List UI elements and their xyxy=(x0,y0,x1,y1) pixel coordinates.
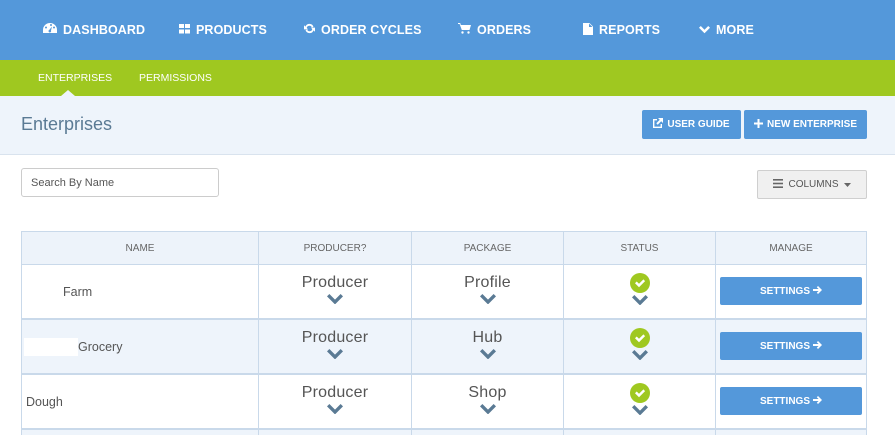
nav-dashboard-label: DASHBOARD xyxy=(63,23,146,37)
table-row-partial xyxy=(21,430,867,435)
arrow-right-icon xyxy=(813,285,822,297)
chevron-down-icon xyxy=(479,294,496,304)
nav-reports[interactable]: REPORTS xyxy=(583,0,660,60)
external-link-icon xyxy=(653,118,664,131)
tab-enterprises[interactable]: ENTERPRISES xyxy=(38,60,112,96)
status-dropdown[interactable] xyxy=(564,375,715,428)
producer-dropdown[interactable]: Producer xyxy=(259,265,411,318)
producer-value: Producer xyxy=(301,384,369,401)
plus-icon xyxy=(753,118,763,131)
settings-button[interactable]: SETTINGS xyxy=(720,332,862,360)
search-input[interactable] xyxy=(21,168,219,197)
columns-button[interactable]: COLUMNS xyxy=(757,170,867,199)
chevron-down-icon xyxy=(327,349,343,359)
tab-permissions[interactable]: PERMISSIONS xyxy=(139,60,212,96)
new-enterprise-button[interactable]: NEW ENTERPRISE xyxy=(744,110,867,139)
chevron-down-icon xyxy=(479,404,496,414)
column-header-name[interactable]: NAME xyxy=(22,232,258,266)
arrow-right-icon xyxy=(813,340,822,352)
package-value: Shop xyxy=(468,384,507,401)
table-row: Grocery Producer Hub SETTINGS xyxy=(21,320,867,375)
column-header-producer[interactable]: PRODUCER? xyxy=(258,232,411,266)
cart-icon xyxy=(458,23,471,37)
manage-cell: SETTINGS xyxy=(716,320,867,373)
package-value: Hub xyxy=(472,329,503,346)
refresh-icon xyxy=(304,23,315,37)
nav-more-label: MORE xyxy=(716,23,754,37)
nav-dashboard[interactable]: DASHBOARD xyxy=(43,0,145,60)
nav-orders-label: ORDERS xyxy=(477,23,532,37)
table-row: Farm Producer Profile SETTINGS xyxy=(21,265,867,320)
manage-cell: SETTINGS xyxy=(716,265,867,318)
new-enterprise-label: NEW ENTERPRISE xyxy=(766,119,857,130)
top-navigation: DASHBOARD PRODUCTS ORDER CYCLES ORDERS R… xyxy=(0,0,895,60)
status-dropdown[interactable] xyxy=(564,320,715,373)
nav-order-cycles-label: ORDER CYCLES xyxy=(321,23,422,37)
grid-icon xyxy=(179,23,190,37)
dashboard-icon xyxy=(43,23,57,37)
active-tab-caret xyxy=(61,90,75,96)
nav-products[interactable]: PRODUCTS xyxy=(179,0,267,60)
package-value: Profile xyxy=(464,274,511,291)
nav-products-label: PRODUCTS xyxy=(196,23,267,37)
settings-button[interactable]: SETTINGS xyxy=(720,277,862,305)
settings-label: SETTINGS xyxy=(759,395,810,407)
caret-down-icon xyxy=(843,179,851,190)
table-row: Dough Producer Shop SETTINGS xyxy=(21,375,867,430)
enterprise-name: Grocery xyxy=(78,339,123,354)
redacted-block xyxy=(24,337,78,356)
nav-order-cycles[interactable]: ORDER CYCLES xyxy=(304,0,422,60)
settings-label: SETTINGS xyxy=(759,285,810,297)
settings-button[interactable]: SETTINGS xyxy=(720,387,862,415)
chevron-down-icon xyxy=(479,349,496,359)
sub-navigation: ENTERPRISES PERMISSIONS xyxy=(0,60,895,96)
producer-dropdown[interactable]: Producer xyxy=(259,375,411,428)
chevron-down-icon xyxy=(327,294,343,304)
producer-value: Producer xyxy=(301,329,369,346)
document-icon xyxy=(583,22,593,38)
table-header: NAME PRODUCER? PACKAGE STATUS MANAGE xyxy=(21,231,867,266)
check-circle-icon xyxy=(629,383,650,403)
page-title: Enterprises xyxy=(21,114,113,134)
package-dropdown[interactable]: Profile xyxy=(412,265,563,318)
arrow-right-icon xyxy=(813,395,822,407)
chevron-down-icon xyxy=(631,350,648,360)
list-icon xyxy=(773,178,784,191)
chevron-down-icon xyxy=(631,405,648,415)
producer-dropdown[interactable]: Producer xyxy=(259,320,411,373)
manage-cell: SETTINGS xyxy=(716,375,867,428)
enterprise-name: Farm xyxy=(63,284,93,299)
check-circle-icon xyxy=(629,328,650,348)
chevron-down-icon xyxy=(631,295,648,305)
producer-value: Producer xyxy=(301,274,369,291)
package-dropdown[interactable]: Hub xyxy=(412,320,563,373)
column-header-manage: MANAGE xyxy=(715,232,866,266)
nav-reports-label: REPORTS xyxy=(599,23,661,37)
nav-more[interactable]: MORE xyxy=(699,0,754,60)
enterprise-name-cell: Grocery xyxy=(24,320,254,373)
check-circle-icon xyxy=(629,273,650,293)
package-dropdown[interactable]: Shop xyxy=(412,375,563,428)
user-guide-label: USER GUIDE xyxy=(667,119,730,130)
chevron-down-icon xyxy=(699,23,710,37)
status-dropdown[interactable] xyxy=(564,265,715,318)
settings-label: SETTINGS xyxy=(759,340,810,352)
column-header-package[interactable]: PACKAGE xyxy=(411,232,563,266)
enterprise-name: Dough xyxy=(26,394,63,409)
columns-label: COLUMNS xyxy=(788,179,839,190)
user-guide-button[interactable]: USER GUIDE xyxy=(642,110,741,139)
chevron-down-icon xyxy=(327,404,343,414)
page-header: Enterprises USER GUIDE NEW ENTERPRISE xyxy=(0,96,895,155)
nav-orders[interactable]: ORDERS xyxy=(458,0,531,60)
column-header-status[interactable]: STATUS xyxy=(563,232,715,266)
